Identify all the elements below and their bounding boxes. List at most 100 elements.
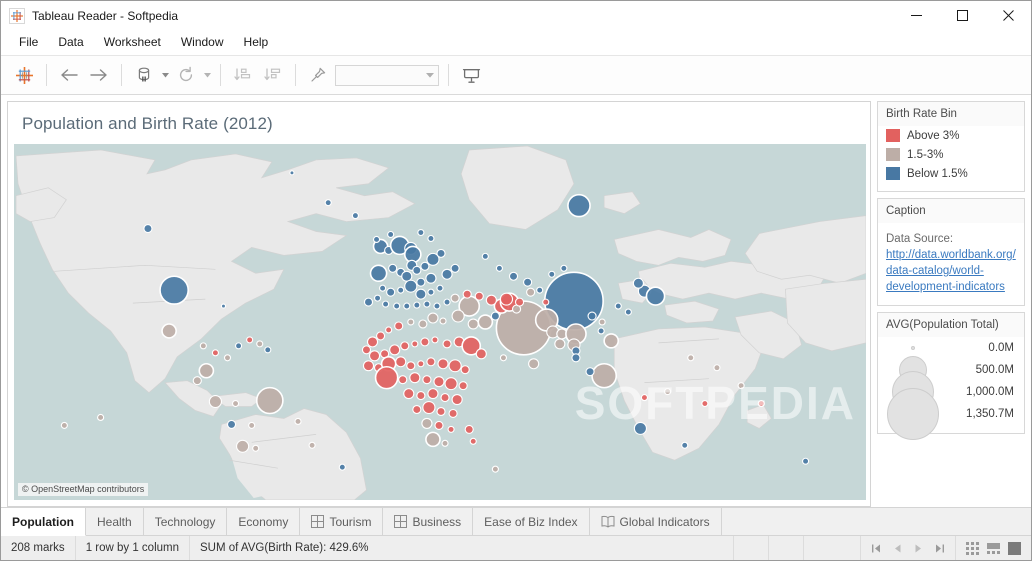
map-mark[interactable]	[416, 391, 426, 401]
map-mark[interactable]	[439, 317, 447, 325]
map-mark[interactable]	[411, 340, 419, 348]
map-mark[interactable]	[597, 327, 605, 335]
map-mark[interactable]	[485, 294, 497, 306]
map-mark[interactable]	[421, 417, 433, 429]
map-mark[interactable]	[159, 275, 190, 305]
map-mark[interactable]	[450, 263, 460, 273]
data-source-link[interactable]: http://data.worldbank.org/data-catalog/w…	[886, 249, 1016, 293]
map-mark[interactable]	[427, 234, 435, 242]
map-mark[interactable]	[526, 287, 536, 297]
menu-item-data[interactable]: Data	[48, 32, 93, 53]
back-button[interactable]	[54, 60, 84, 90]
map-mark[interactable]	[372, 235, 381, 243]
map-mark[interactable]	[585, 367, 595, 377]
map-mark[interactable]	[236, 439, 250, 453]
map-mark[interactable]	[289, 170, 295, 176]
grid-view-icon[interactable]	[966, 541, 979, 555]
map-mark[interactable]	[395, 356, 407, 368]
map-mark[interactable]	[416, 277, 426, 287]
tab-health[interactable]: Health	[86, 508, 144, 535]
forward-button[interactable]	[84, 60, 114, 90]
filmstrip-view-icon[interactable]	[987, 542, 1000, 555]
map-mark[interactable]	[442, 339, 452, 349]
map-mark[interactable]	[199, 342, 207, 350]
map-mark[interactable]	[407, 318, 415, 326]
map-mark[interactable]	[427, 312, 439, 324]
map-mark[interactable]	[464, 424, 474, 434]
menu-item-file[interactable]: File	[9, 32, 48, 53]
menu-item-help[interactable]: Help	[234, 32, 279, 53]
map-mark[interactable]	[97, 413, 105, 421]
map-mark[interactable]	[477, 314, 494, 330]
map-mark[interactable]	[388, 263, 398, 273]
map-mark[interactable]	[447, 425, 455, 433]
map-mark[interactable]	[246, 336, 254, 344]
map-mark[interactable]	[441, 439, 449, 447]
map-mark[interactable]	[571, 353, 581, 363]
map-mark[interactable]	[462, 289, 472, 299]
sort-ascending-button[interactable]	[228, 60, 258, 90]
map-mark[interactable]	[587, 311, 597, 321]
map-mark[interactable]	[591, 362, 618, 389]
map-mark[interactable]	[256, 340, 264, 348]
map-mark[interactable]	[412, 265, 422, 275]
map-mark[interactable]	[324, 199, 332, 207]
map-mark[interactable]	[366, 336, 379, 348]
map-mark[interactable]	[220, 303, 227, 309]
combobox-arrow[interactable]	[422, 72, 438, 78]
map-mark[interactable]	[248, 421, 256, 429]
map-mark[interactable]	[451, 394, 463, 406]
map-mark[interactable]	[393, 302, 401, 310]
legend-item-below-1-5[interactable]: Below 1.5%	[886, 164, 1016, 183]
map-mark[interactable]	[474, 291, 484, 301]
map-mark[interactable]	[412, 404, 422, 415]
map-mark[interactable]	[211, 349, 219, 357]
map-mark[interactable]	[467, 318, 479, 330]
map-mark[interactable]	[536, 286, 544, 294]
map-mark[interactable]	[437, 358, 449, 370]
single-view-icon[interactable]	[1008, 541, 1021, 555]
tab-business[interactable]: Business	[383, 508, 474, 535]
map-mark[interactable]	[640, 394, 649, 402]
map-mark[interactable]	[386, 287, 396, 297]
map-mark[interactable]	[598, 318, 606, 326]
map-mark[interactable]	[451, 309, 465, 323]
map-mark[interactable]	[385, 326, 393, 334]
map-mark[interactable]	[264, 346, 272, 354]
map-mark[interactable]	[441, 268, 453, 280]
menu-item-window[interactable]: Window	[171, 32, 234, 53]
map-mark[interactable]	[433, 302, 441, 310]
map-mark[interactable]	[603, 333, 620, 349]
tab-ease-of-biz-index[interactable]: Ease of Biz Index	[473, 508, 590, 535]
tab-global-indicators[interactable]: Global Indicators	[589, 508, 722, 535]
map-mark[interactable]	[433, 376, 445, 388]
map-mark[interactable]	[440, 393, 450, 403]
map-mark[interactable]	[255, 386, 284, 415]
map-mark[interactable]	[664, 388, 672, 396]
map-mark[interactable]	[394, 321, 404, 331]
map-mark[interactable]	[469, 437, 477, 445]
map-mark[interactable]	[514, 297, 525, 307]
map-mark[interactable]	[413, 301, 421, 309]
map-mark[interactable]	[369, 264, 388, 283]
map-mark[interactable]	[687, 354, 695, 362]
map-mark[interactable]	[701, 400, 709, 408]
refresh-dropdown[interactable]	[201, 60, 213, 90]
map-mark[interactable]	[436, 406, 446, 417]
next-page-icon[interactable]	[913, 543, 924, 554]
map-mark[interactable]	[548, 270, 556, 278]
sort-descending-button[interactable]	[258, 60, 288, 90]
map-mark[interactable]	[425, 272, 437, 284]
map-mark[interactable]	[400, 341, 410, 351]
map-mark[interactable]	[351, 212, 359, 220]
symbol-map[interactable]: SOFTPEDIA © OpenStreetMap contributors	[14, 144, 866, 500]
map-mark[interactable]	[427, 288, 435, 296]
legend-item-above-3[interactable]: Above 3%	[886, 126, 1016, 145]
map-mark[interactable]	[368, 350, 381, 362]
tab-economy[interactable]: Economy	[227, 508, 301, 535]
map-mark[interactable]	[161, 323, 177, 339]
map-mark[interactable]	[423, 300, 431, 308]
map-mark[interactable]	[490, 311, 500, 321]
pause-data-source-dropdown[interactable]	[159, 60, 171, 90]
map-mark[interactable]	[389, 344, 401, 356]
